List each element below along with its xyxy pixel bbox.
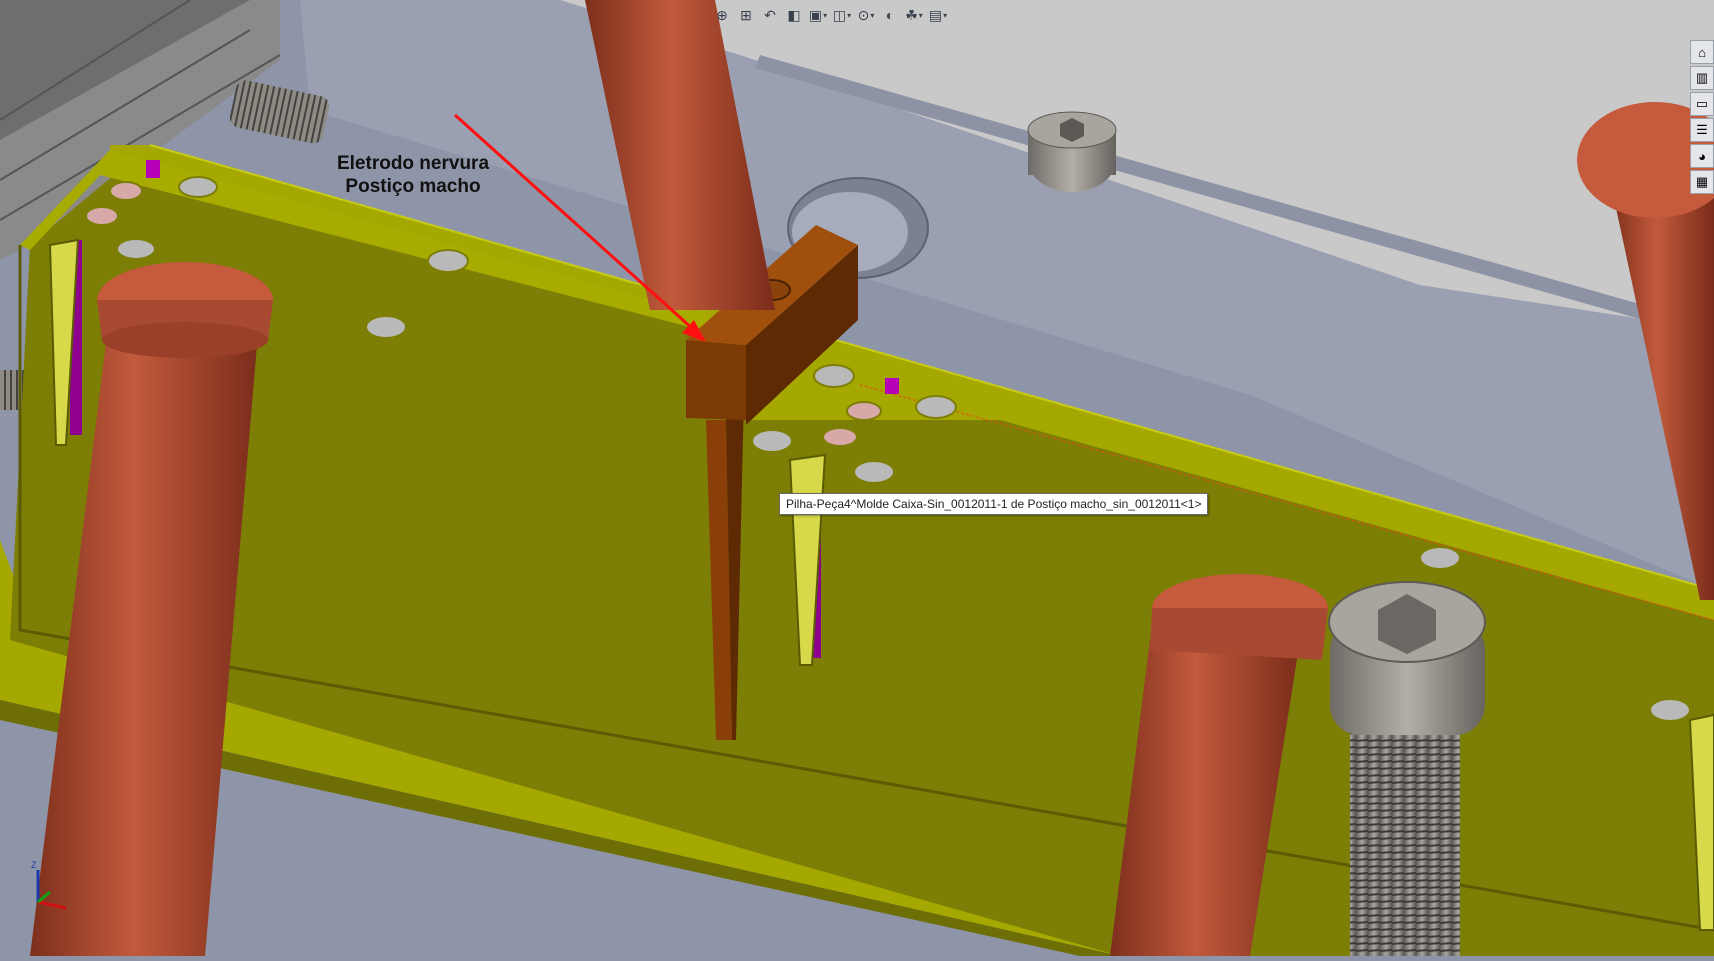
custom-properties-icon[interactable]: ▦ <box>1690 170 1714 194</box>
component-tooltip: Pilha-Peça4^Molde Caixa-Sin_0012011-1 de… <box>779 493 1209 515</box>
annotation-line1: Eletrodo nervura <box>336 153 490 174</box>
file-explorer-icon[interactable]: ▭ <box>1690 92 1714 116</box>
view-palette-icon[interactable]: ☰ <box>1690 118 1714 142</box>
resources-icon[interactable]: ▥ <box>1690 66 1714 90</box>
appearances-icon[interactable]: ◕ <box>1690 144 1714 168</box>
previous-view-icon[interactable]: ↶ <box>760 5 780 25</box>
view-settings-icon[interactable]: ▤ ▾ <box>928 5 948 25</box>
triad-z-label: Z <box>31 860 37 870</box>
annotation-line2: Postiço macho <box>345 176 481 197</box>
zoom-to-fit-icon[interactable]: ⊕ <box>712 5 732 25</box>
heads-up-view-toolbar: ⊕ ⊞ ↶ ◧ ▣ ▾ ◫ ▾ ⊙ ▾ ◐ ☘ ▾ ▤ ▾ <box>712 4 948 26</box>
home-icon[interactable]: ⌂ <box>1690 40 1714 64</box>
model-view[interactable] <box>0 0 1714 956</box>
apply-scene-icon[interactable]: ☘ ▾ <box>904 5 924 25</box>
edit-appearance-icon[interactable]: ◐ <box>880 5 900 25</box>
zoom-area-icon[interactable]: ⊞ <box>736 5 756 25</box>
annotation-label: Eletrodo nervura Postiço macho <box>318 152 508 198</box>
section-view-icon[interactable]: ◧ <box>784 5 804 25</box>
hide-show-items-icon[interactable]: ⊙ ▾ <box>856 5 876 25</box>
task-pane: ⌂ ▥ ▭ ☰ ◕ ▦ <box>1690 40 1714 194</box>
display-style-icon[interactable]: ◫ ▾ <box>832 5 852 25</box>
view-orientation-icon[interactable]: ▣ ▾ <box>808 5 828 25</box>
3d-graphics-area[interactable] <box>0 0 1714 956</box>
